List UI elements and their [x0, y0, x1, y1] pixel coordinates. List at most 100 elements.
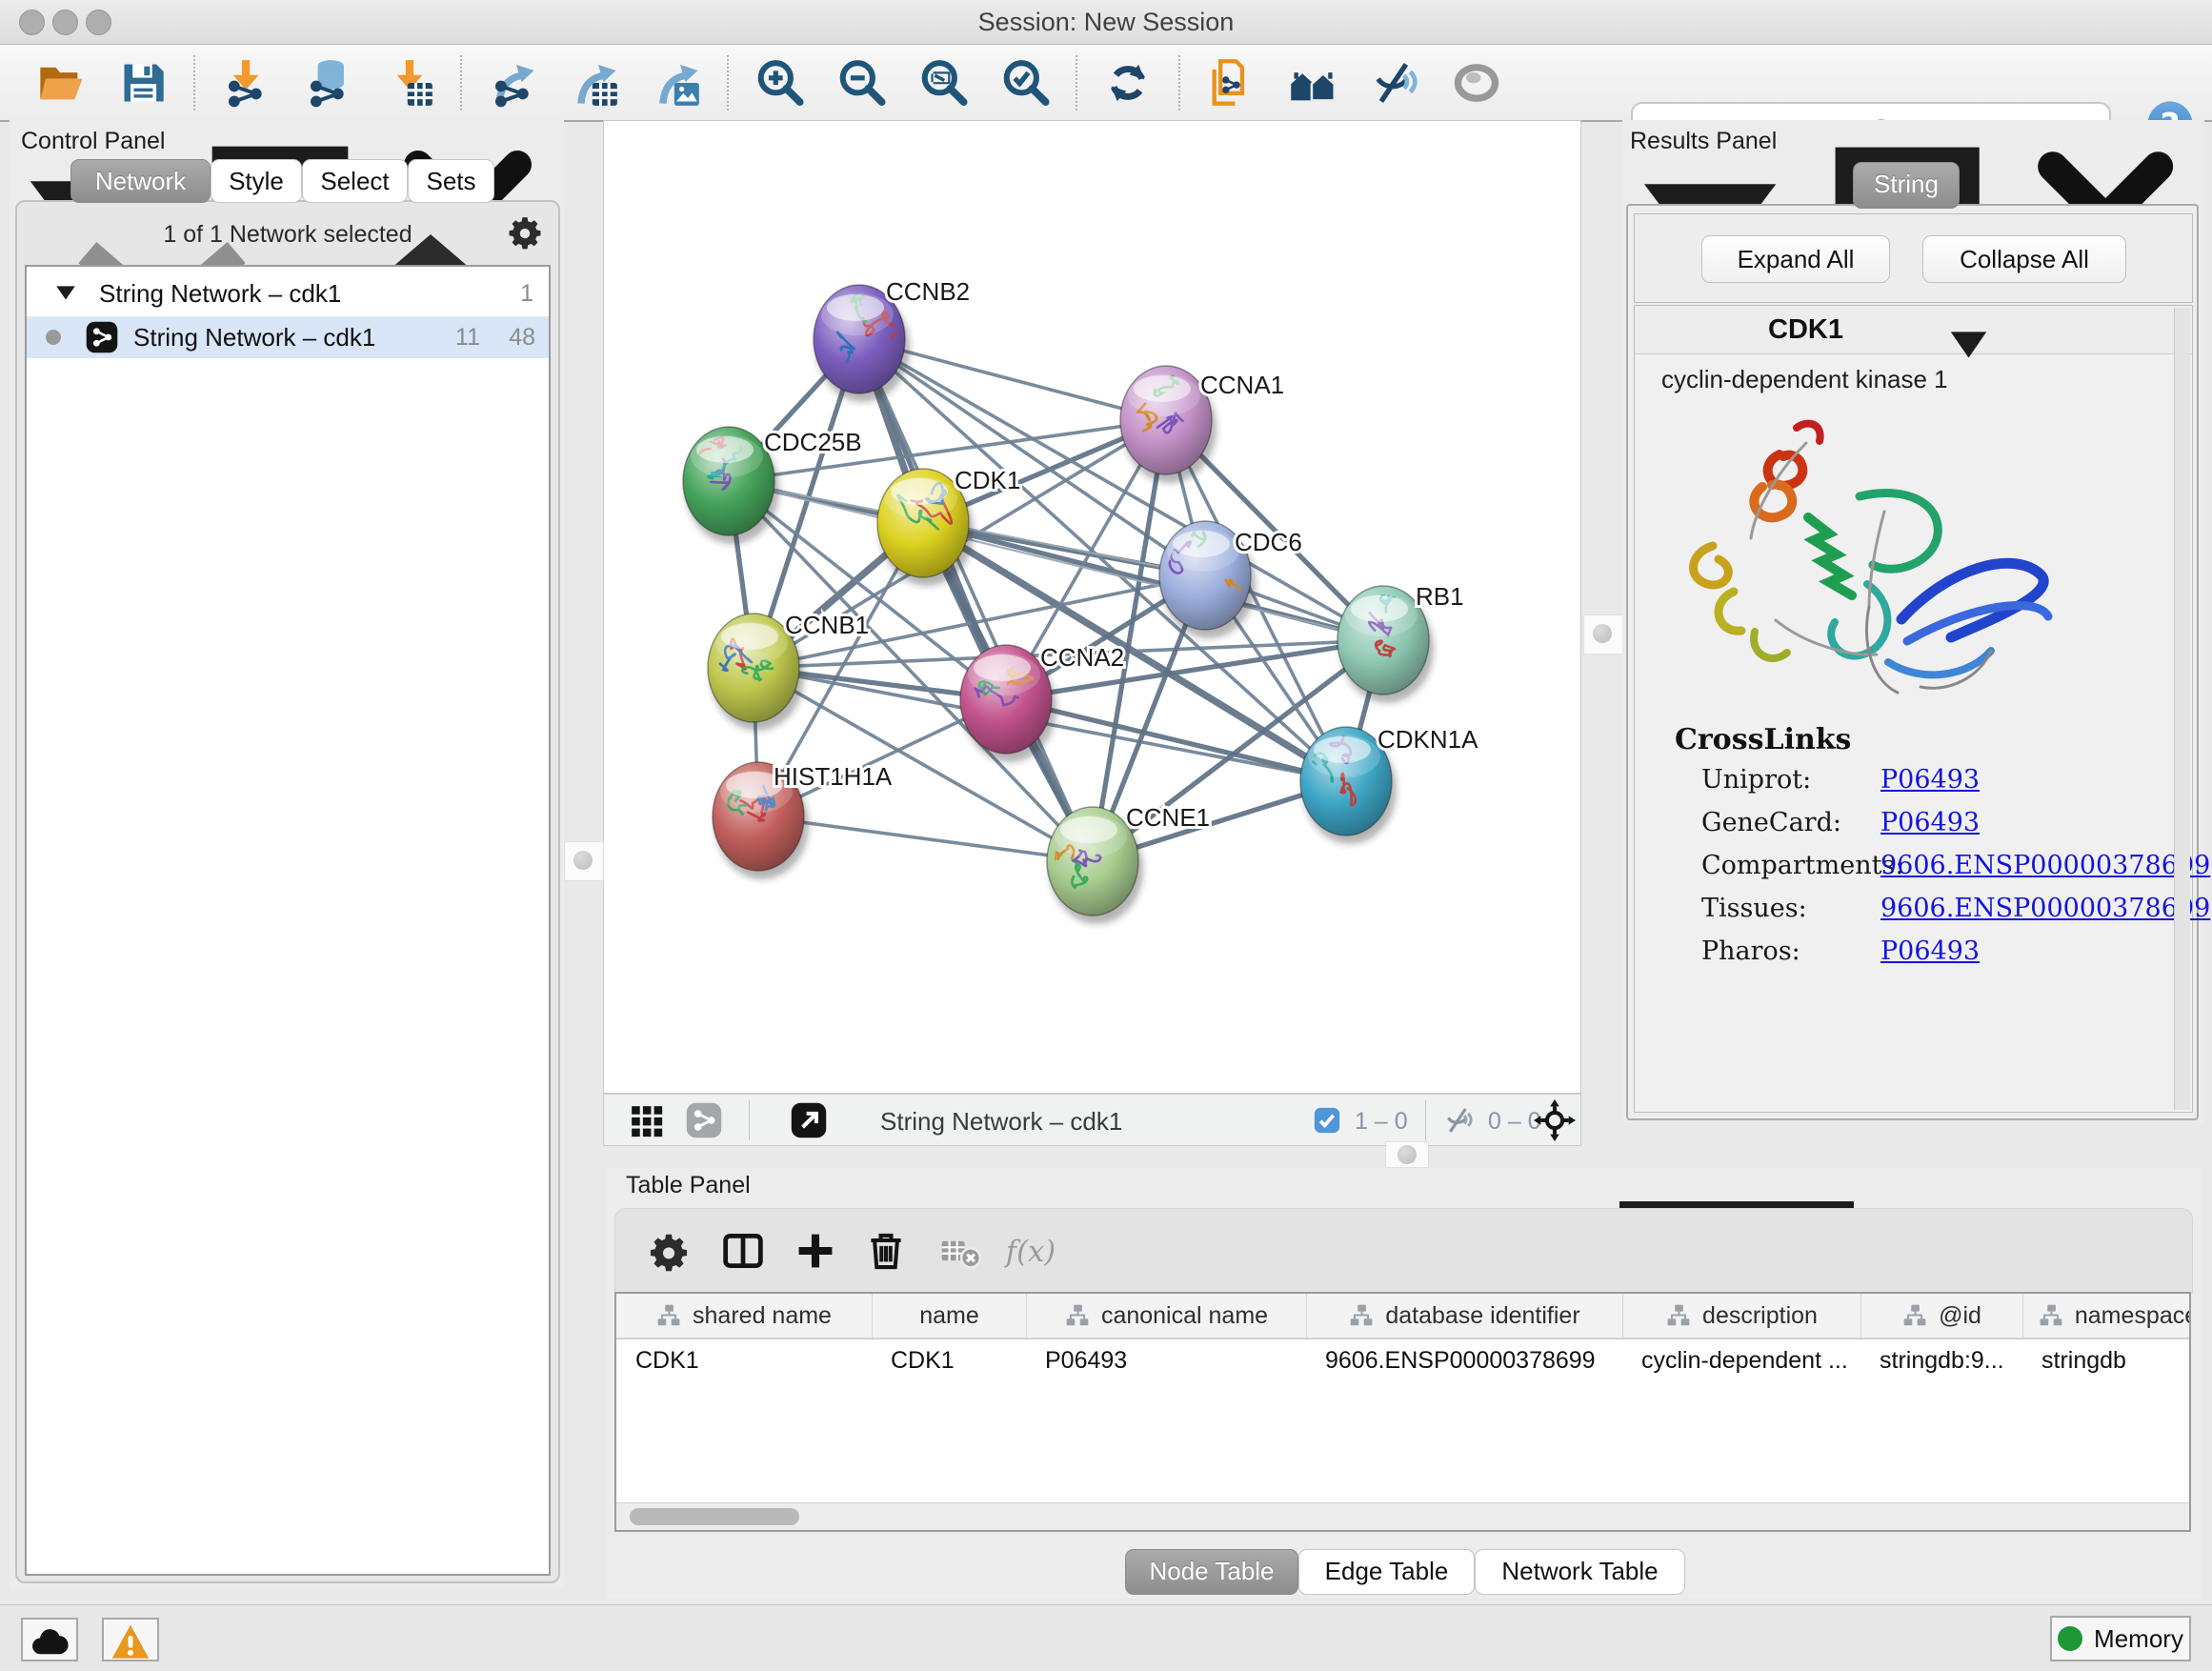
hide-selected-button[interactable] [1368, 56, 1421, 110]
left-splitter-handle[interactable] [564, 841, 604, 881]
right-splitter-handle[interactable] [1583, 614, 1623, 654]
cell[interactable]: stringdb [2022, 1339, 2191, 1381]
branch-icon [1902, 1303, 1927, 1328]
cell[interactable]: CDK1 [872, 1339, 1026, 1381]
save-session-icon [118, 58, 168, 108]
fit-content-crosshair-icon[interactable] [1534, 1099, 1576, 1141]
crosslink-link[interactable]: 9606.ENSP00000378699 [1880, 894, 2210, 923]
network-options-gear-icon[interactable] [507, 213, 543, 250]
export-network-button[interactable] [486, 56, 539, 110]
tab-node-table[interactable]: Node Table [1125, 1549, 1298, 1595]
network-edge[interactable] [1006, 699, 1346, 781]
cell[interactable]: 9606.ENSP00000378699 [1306, 1339, 1622, 1381]
cloud-icon [23, 1622, 76, 1662]
import-database-icon [303, 58, 352, 108]
table-horizontal-scrollbar[interactable] [616, 1502, 2189, 1530]
tab-sets[interactable]: Sets [408, 159, 494, 203]
network-view-toolbar: String Network – cdk1 1 – 0 0 – 0 [603, 1094, 1581, 1146]
node-label-CCNB2: CCNB2 [886, 277, 970, 306]
node-label-CCNB1: CCNB1 [785, 611, 869, 639]
tab-select[interactable]: Select [302, 159, 408, 203]
network-selection-status: 1 of 1 Network selected [17, 221, 558, 249]
node-label-CDKN1A: CDKN1A [1377, 725, 1478, 754]
export-image-button[interactable] [650, 56, 703, 110]
network-graph[interactable]: CCNB2CCNA1CDC25BCDK1CDC6RB1CCNB1CCNA2CDK… [604, 121, 1580, 1093]
import-database-button[interactable] [301, 56, 354, 110]
branch-icon [656, 1303, 681, 1328]
save-session-button[interactable] [116, 56, 170, 110]
column-header-description[interactable]: description [1622, 1294, 1860, 1338]
first-neighbors-button[interactable] [1286, 56, 1339, 110]
zoom-fit-button[interactable] [916, 56, 970, 110]
bottom-splitter-handle[interactable] [1385, 1141, 1429, 1168]
refresh-button[interactable] [1101, 56, 1155, 110]
delete-table-icon [939, 1230, 981, 1272]
show-all-button[interactable] [1450, 56, 1503, 110]
collapse-all-button[interactable]: Collapse All [1922, 235, 2126, 283]
tab-style[interactable]: Style [211, 159, 302, 203]
node-label-CCNA1: CCNA1 [1200, 371, 1284, 399]
import-network-button[interactable] [219, 56, 272, 110]
open-session-button[interactable] [34, 56, 88, 110]
zoom-in-button[interactable] [753, 56, 806, 110]
application-window: Session: New Session ? Control Panel Net… [0, 0, 2212, 1671]
column-header-namespace[interactable]: namespace [2022, 1294, 2191, 1338]
show-columns-icon[interactable] [722, 1230, 764, 1272]
window-title: Session: New Session [0, 8, 2212, 37]
table-options-gear-icon[interactable] [648, 1230, 690, 1272]
open-session-icon [36, 58, 86, 108]
tab-network-table[interactable]: Network Table [1475, 1549, 1685, 1595]
branch-icon [1065, 1303, 1090, 1328]
crosslink-link[interactable]: P06493 [1880, 808, 1980, 837]
birds-eye-view-icon[interactable] [629, 1103, 665, 1139]
hide-selected-icon [1370, 58, 1419, 108]
export-table-button[interactable] [568, 56, 621, 110]
crosslink-link[interactable]: 9606.ENSP00000378699 [1880, 851, 2210, 880]
cloud-status-button[interactable] [21, 1618, 78, 1661]
cdk1-entry-header[interactable]: CDK1 [1635, 306, 2192, 354]
network-view-badge-icon[interactable] [686, 1102, 722, 1138]
tab-string[interactable]: String [1853, 162, 1960, 209]
memory-button[interactable]: Memory [2050, 1616, 2191, 1661]
hidden-items-icon[interactable] [1442, 1105, 1475, 1136]
zoom-out-icon [836, 58, 886, 108]
network-row-selected[interactable]: String Network – cdk1 11 48 [27, 316, 549, 358]
export-network-icon [488, 58, 537, 108]
delete-column-icon[interactable] [865, 1230, 907, 1272]
first-neighbors-icon [1288, 58, 1337, 108]
column-header-id[interactable]: @id [1860, 1294, 2022, 1338]
network-view-canvas[interactable]: CCNB2CCNA1CDC25BCDK1CDC6RB1CCNB1CCNA2CDK… [603, 120, 1581, 1094]
network-collection-row[interactable]: String Network – cdk1 1 [27, 272, 549, 314]
gene-description: cyclin-dependent kinase 1 [1661, 365, 1948, 394]
tree-collapse-icon[interactable] [53, 281, 78, 306]
tab-edge-table[interactable]: Edge Table [1298, 1549, 1475, 1595]
column-header-canonical-name[interactable]: canonical name [1026, 1294, 1306, 1338]
crosslink-link[interactable]: P06493 [1880, 765, 1980, 795]
crosslink-link[interactable]: P06493 [1880, 936, 1980, 966]
node-label-HIST1H1A: HIST1H1A [774, 762, 893, 791]
warnings-button[interactable] [102, 1618, 159, 1661]
results-scrollbar[interactable] [2174, 308, 2190, 1110]
import-table-button[interactable] [383, 56, 436, 110]
cell[interactable]: cyclin-dependent ... [1622, 1339, 1860, 1381]
crosslink-row: GeneCard:P06493 [1701, 808, 2159, 851]
detach-view-icon[interactable] [791, 1102, 827, 1138]
zoom-selected-button[interactable] [998, 56, 1052, 110]
cell[interactable]: P06493 [1026, 1339, 1306, 1381]
crosslink-row: Tissues:9606.ENSP00000378699 [1701, 894, 2159, 936]
column-header-name[interactable]: name [872, 1294, 1026, 1338]
zoom-out-button[interactable] [835, 56, 888, 110]
add-column-icon[interactable] [794, 1230, 836, 1272]
expand-all-button[interactable]: Expand All [1701, 235, 1890, 283]
network-edge-count: 48 [509, 324, 535, 352]
node-label-CDK1: CDK1 [955, 466, 1020, 494]
column-header-database-identifier[interactable]: database identifier [1306, 1294, 1622, 1338]
results-panel: Results Panel String Expand All Collapse… [1622, 120, 2204, 1122]
selected-items-checkbox-icon[interactable] [1313, 1106, 1341, 1135]
cell[interactable]: stringdb:9... [1860, 1339, 2022, 1381]
tab-network[interactable]: Network [70, 159, 211, 203]
share-document-button[interactable] [1204, 56, 1257, 110]
table-row[interactable]: CDK1CDK1P064939606.ENSP00000378699cyclin… [616, 1339, 2191, 1381]
cell[interactable]: CDK1 [616, 1339, 872, 1381]
column-header-shared-name[interactable]: shared name [616, 1294, 872, 1338]
